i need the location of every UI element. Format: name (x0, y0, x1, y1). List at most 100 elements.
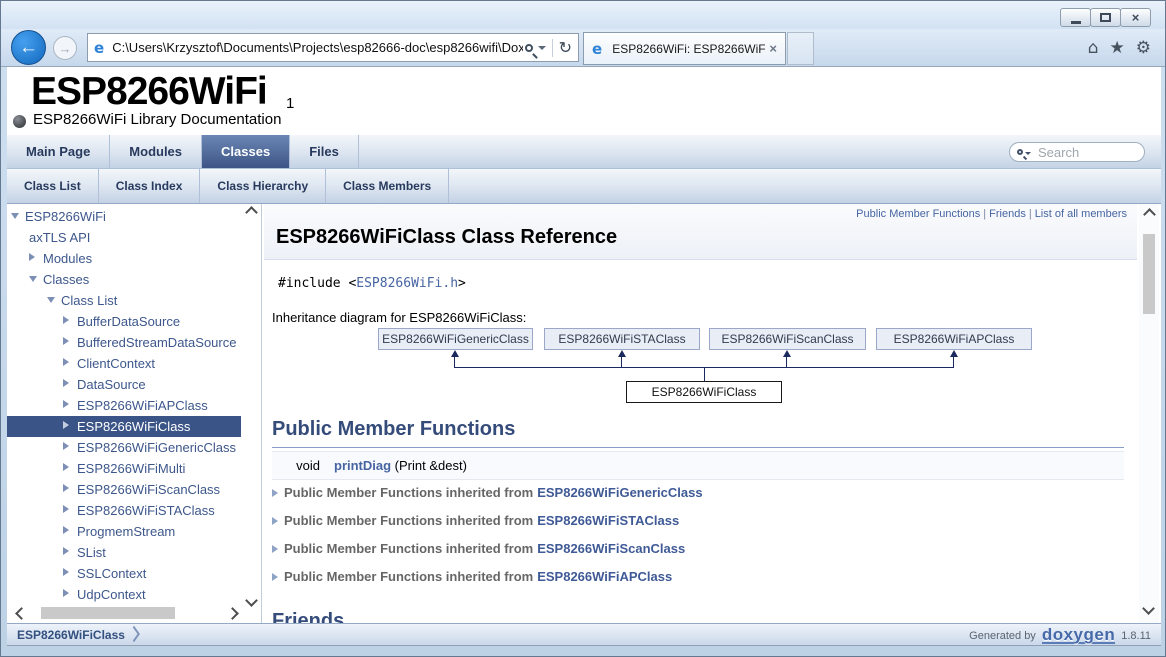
tree-expand-icon[interactable] (63, 547, 69, 555)
tab-class-hierarchy[interactable]: Class Hierarchy (200, 169, 326, 203)
inherited-class-link[interactable]: ESP8266WiFiGenericClass (537, 485, 702, 500)
tree-item-bufferdatasource[interactable]: BufferDataSource (7, 311, 241, 332)
tree-expand-icon[interactable] (63, 484, 69, 492)
tab-files[interactable]: Files (290, 135, 359, 168)
tree-label[interactable]: Class List (61, 290, 117, 311)
tree-item-udpcontext[interactable]: UdpContext (7, 584, 241, 605)
new-tab-stub[interactable] (787, 32, 814, 65)
tree-label[interactable]: ESP8266WiFiMulti (77, 458, 185, 479)
tree-expand-icon[interactable] (63, 463, 69, 471)
summary-link-friends[interactable]: Friends (989, 208, 1026, 220)
tree-item-slist[interactable]: SList (7, 542, 241, 563)
summary-link-public-members[interactable]: Public Member Functions (856, 208, 980, 220)
tree-item-sslcontext[interactable]: SSLContext (7, 563, 241, 584)
include-file-link[interactable]: ESP8266WiFi.h (356, 276, 458, 291)
expand-triangle-icon[interactable] (272, 573, 278, 581)
tree-item-classes[interactable]: Classes (7, 269, 241, 290)
tree-label[interactable]: SList (77, 542, 106, 563)
breadcrumb[interactable]: ESP8266WiFiClass (17, 628, 125, 642)
tree-expand-icon[interactable] (63, 358, 69, 366)
tree-collapse-icon[interactable] (47, 297, 55, 303)
tree-expand-icon[interactable] (29, 253, 35, 261)
inherited-section-genericclass[interactable]: Public Member Functions inherited fromES… (272, 482, 703, 504)
search-dropdown-icon[interactable] (538, 46, 546, 50)
diagram-node-staclass[interactable]: ESP8266WiFiSTAClass (544, 328, 700, 350)
inherited-class-link[interactable]: ESP8266WiFiAPClass (537, 569, 672, 584)
scrollbar-thumb[interactable] (1143, 234, 1155, 314)
tree-label[interactable]: ESP8266WiFiAPClass (77, 395, 208, 416)
tab-class-members[interactable]: Class Members (326, 169, 449, 203)
tree-label[interactable]: BufferedStreamDataSource (77, 332, 236, 353)
inherited-section-apclass[interactable]: Public Member Functions inherited fromES… (272, 566, 672, 588)
close-button[interactable]: × (1120, 8, 1151, 27)
tree-label[interactable]: ESP8266WiFi (25, 206, 106, 227)
summary-link-all-members[interactable]: List of all members (1035, 208, 1127, 220)
tab-class-index[interactable]: Class Index (99, 169, 201, 203)
inherited-class-link[interactable]: ESP8266WiFiSTAClass (537, 513, 679, 528)
inherited-section-staclass[interactable]: Public Member Functions inherited fromES… (272, 510, 679, 532)
sidebar-splitter[interactable] (261, 204, 262, 623)
scroll-up-icon[interactable] (245, 206, 258, 219)
tree-item-modules[interactable]: Modules (7, 248, 241, 269)
scrollbar-thumb[interactable] (41, 607, 175, 619)
tree-item-progmemstream[interactable]: ProgmemStream (7, 521, 241, 542)
scroll-down-icon[interactable] (1142, 602, 1155, 615)
tree-expand-icon[interactable] (63, 505, 69, 513)
tree-item-bufferedstreamdatasource[interactable]: BufferedStreamDataSource (7, 332, 241, 353)
tab-classes[interactable]: Classes (202, 135, 290, 168)
expand-triangle-icon[interactable] (272, 545, 278, 553)
tree-expand-icon[interactable] (63, 589, 69, 597)
tree-label[interactable]: ProgmemStream (77, 521, 175, 542)
tree-item-esp8266wifimulti[interactable]: ESP8266WiFiMulti (7, 458, 241, 479)
address-bar[interactable]: e ↻ (87, 33, 579, 62)
scroll-left-icon[interactable] (15, 607, 28, 620)
tree-label[interactable]: Classes (43, 269, 89, 290)
tab-main-page[interactable]: Main Page (7, 135, 110, 168)
member-name-link[interactable]: printDiag (334, 458, 391, 473)
tree-label[interactable]: BufferDataSource (77, 311, 180, 332)
tree-expand-icon[interactable] (63, 379, 69, 387)
diagram-node-genericclass[interactable]: ESP8266WiFiGenericClass (378, 328, 533, 350)
minimize-button[interactable] (1060, 8, 1091, 27)
tree-collapse-icon[interactable] (29, 276, 37, 282)
tree-item-esp8266wifi[interactable]: ESP8266WiFi (7, 206, 241, 227)
scroll-right-icon[interactable] (226, 607, 239, 620)
diagram-node-esp8266wificlass[interactable]: ESP8266WiFiClass (626, 381, 782, 403)
address-search-icon[interactable] (525, 44, 533, 52)
inherited-class-link[interactable]: ESP8266WiFiScanClass (537, 541, 685, 556)
tab-modules[interactable]: Modules (110, 135, 202, 168)
tree-expand-icon[interactable] (63, 337, 69, 345)
url-input[interactable] (110, 39, 524, 56)
diagram-node-scanclass[interactable]: ESP8266WiFiScanClass (709, 328, 866, 350)
inherited-section-scanclass[interactable]: Public Member Functions inherited fromES… (272, 538, 685, 560)
tree-collapse-icon[interactable] (11, 213, 19, 219)
content-vertical-scrollbar[interactable] (1139, 204, 1159, 623)
tree-expand-icon[interactable] (63, 526, 69, 534)
tree-item-clientcontext[interactable]: ClientContext (7, 353, 241, 374)
expand-triangle-icon[interactable] (272, 489, 278, 497)
doxygen-logo[interactable]: doxygen (1042, 627, 1115, 644)
tree-item-esp8266wifigenericclass[interactable]: ESP8266WiFiGenericClass (7, 437, 241, 458)
tree-item-esp8266wificlass-selected[interactable]: ESP8266WiFiClass (7, 416, 241, 437)
expand-triangle-icon[interactable] (272, 517, 278, 525)
home-icon[interactable]: ⌂ (1088, 37, 1099, 59)
tree-item-axtls-api[interactable]: axTLS API (7, 227, 241, 248)
maximize-button[interactable] (1090, 8, 1121, 27)
tree-expand-icon[interactable] (63, 316, 69, 324)
tree-item-class-list[interactable]: Class List (7, 290, 241, 311)
scroll-down-icon[interactable] (245, 594, 258, 607)
tree-label[interactable]: ESP8266WiFiScanClass (77, 479, 220, 500)
back-button[interactable]: ← (11, 30, 46, 65)
tree-expand-icon[interactable] (63, 568, 69, 576)
sidebar-vertical-scrollbar[interactable] (244, 206, 259, 621)
tools-gear-icon[interactable]: ⚙ (1136, 37, 1151, 59)
tab-close-icon[interactable]: × (769, 41, 777, 56)
tree-item-esp8266wifiapclass[interactable]: ESP8266WiFiAPClass (7, 395, 241, 416)
tree-expand-icon[interactable] (63, 421, 69, 429)
tree-label[interactable]: SSLContext (77, 563, 146, 584)
search-input[interactable] (1036, 144, 1137, 161)
tree-label[interactable]: axTLS API (29, 227, 90, 248)
tree-label[interactable]: ESP8266WiFiGenericClass (77, 437, 236, 458)
tree-label[interactable]: UdpContext (77, 584, 146, 605)
tree-item-esp8266wifistaclass[interactable]: ESP8266WiFiSTAClass (7, 500, 241, 521)
